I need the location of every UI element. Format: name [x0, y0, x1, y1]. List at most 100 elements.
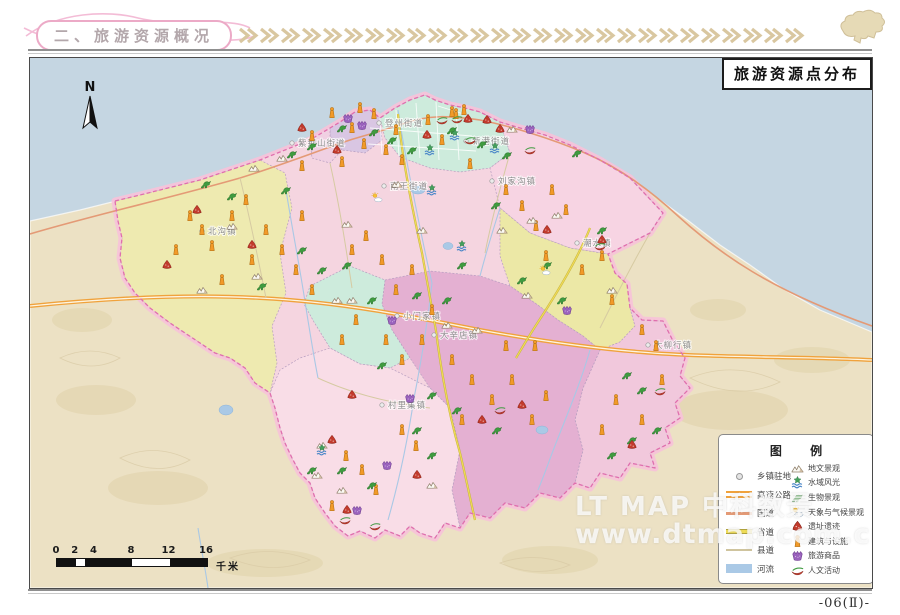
legend-item-jz: 建筑与设施: [791, 534, 871, 549]
town-seat-marker: [575, 241, 579, 245]
town-seat-marker: [380, 403, 384, 407]
town-seat-marker: [432, 333, 436, 337]
poi-jz-icon: [400, 154, 405, 164]
legend-line-items: 乡镇驻地高速公路国道省道县道河流: [726, 467, 790, 578]
scale-segment: [95, 559, 133, 566]
poi-sp-icon: [526, 125, 535, 133]
legend-item-label: 水域风光: [808, 477, 840, 488]
legend-tx-icon: [791, 506, 804, 519]
town-name: 新港街道: [472, 136, 510, 147]
poi-jz-icon: [300, 210, 305, 220]
scale-segment: [57, 559, 76, 566]
poi-jz-icon: [310, 284, 315, 294]
chevron-icon: [427, 27, 448, 44]
footer-rule-thin: [28, 593, 872, 594]
legend-item-label: 地文景观: [808, 463, 840, 474]
chevron-icon: [763, 27, 784, 44]
atlas-page: 二、旅游资源概况: [0, 0, 900, 615]
legend-item-label: 高速公路: [757, 489, 791, 501]
poi-jz-icon: [394, 284, 399, 294]
poi-jz-icon: [414, 440, 419, 450]
chevron-icon: [700, 27, 721, 44]
poi-jz-icon: [280, 244, 285, 254]
poi-jz-icon: [460, 414, 465, 424]
chevron-icon: [301, 27, 322, 44]
town-seat-marker: [490, 179, 494, 183]
poi-jz-icon: [350, 122, 355, 132]
north-arrow-icon: [81, 95, 99, 131]
town-name: 潮水镇: [583, 238, 612, 249]
legend-item-label: 遗址遗迹: [808, 521, 840, 532]
national-road-symbol: [726, 512, 752, 515]
poi-jz-icon: [354, 314, 359, 324]
poi-jz-icon: [504, 184, 509, 194]
chevron-icon: [616, 27, 637, 44]
poi-jz-icon: [188, 210, 193, 220]
poi-jz-icon: [210, 240, 215, 250]
legend-item-tx: 天象与气候景观: [791, 505, 871, 520]
poi-jz-icon: [220, 274, 225, 284]
chevron-icon: [385, 27, 406, 44]
chevron-icon: [721, 27, 742, 44]
poi-jz-icon: [300, 160, 305, 170]
chevron-icon: [343, 27, 364, 44]
poi-jz-icon: [510, 374, 515, 384]
chevron-icon: [637, 27, 658, 44]
footer-rule: [28, 589, 872, 591]
north-arrow: N: [70, 80, 110, 135]
poi-jz-icon: [490, 394, 495, 404]
scale-tick-label: 2: [71, 545, 78, 556]
poi-jz-icon: [580, 264, 585, 274]
chevron-row: [238, 27, 805, 44]
town-name: 小门家镇: [403, 311, 441, 322]
poi-jz-icon: [350, 244, 355, 254]
map-title-text: 旅游资源点分布: [734, 65, 860, 83]
legend-item-yz: 遗址遗迹: [791, 519, 871, 534]
legend-item-river: 河流: [726, 560, 790, 579]
scale-segment: [85, 559, 94, 566]
poi-jz-icon: [470, 374, 475, 384]
poi-jz-icon: [614, 394, 619, 404]
poi-jz-icon: [426, 114, 431, 124]
poi-jz-icon: [364, 230, 369, 240]
expressway-symbol: [726, 491, 752, 498]
poi-jz-icon: [174, 244, 179, 254]
legend-item-label: 国道: [757, 507, 774, 519]
legend-item-sp: 旅游商品: [791, 549, 871, 564]
scale-segment: [170, 559, 208, 566]
poi-jz-icon: [358, 102, 363, 112]
poi-jz-icon: [344, 450, 349, 460]
poi-jz-icon: [654, 340, 659, 350]
town-name: 登州街道: [385, 118, 423, 129]
poi-jz-icon: [200, 224, 205, 234]
section-title-text: 二、旅游资源概况: [54, 25, 214, 46]
chevron-icon: [238, 27, 259, 44]
poi-jz-icon: [244, 194, 249, 204]
legend-item-label: 旅游商品: [808, 550, 840, 561]
chevron-icon: [595, 27, 616, 44]
chevron-icon: [280, 27, 301, 44]
town-seat-marker: [646, 343, 650, 347]
legend-item-provincial: 省道: [726, 523, 790, 542]
town-name: 刘家沟镇: [498, 176, 536, 187]
poi-jz-icon: [600, 250, 605, 260]
scale-tick-label: 4: [90, 545, 97, 556]
chevron-icon: [364, 27, 385, 44]
legend-item-county: 县道: [726, 541, 790, 560]
legend-title: 图 例: [719, 442, 873, 459]
poi-jz-icon: [360, 464, 365, 474]
town-seat-marker: [382, 184, 386, 188]
legend-point-items: 地文景观水域风光生物景观天象与气候景观遗址遗迹建筑与设施旅游商品人文活动: [791, 461, 871, 578]
poi-jz-icon: [384, 334, 389, 344]
legend-sy-icon: [791, 476, 804, 489]
county-road-symbol: [726, 549, 752, 551]
poi-jz-icon: [384, 144, 389, 154]
legend-sw-icon: [791, 491, 804, 504]
legend-item-town: 乡镇驻地: [726, 467, 790, 486]
poi-sp-icon: [388, 316, 397, 324]
poi-jz-icon: [600, 424, 605, 434]
chevron-icon: [511, 27, 532, 44]
town-name: 大柳行镇: [654, 340, 692, 351]
poi-jz-icon: [362, 138, 367, 148]
north-label: N: [70, 80, 110, 95]
